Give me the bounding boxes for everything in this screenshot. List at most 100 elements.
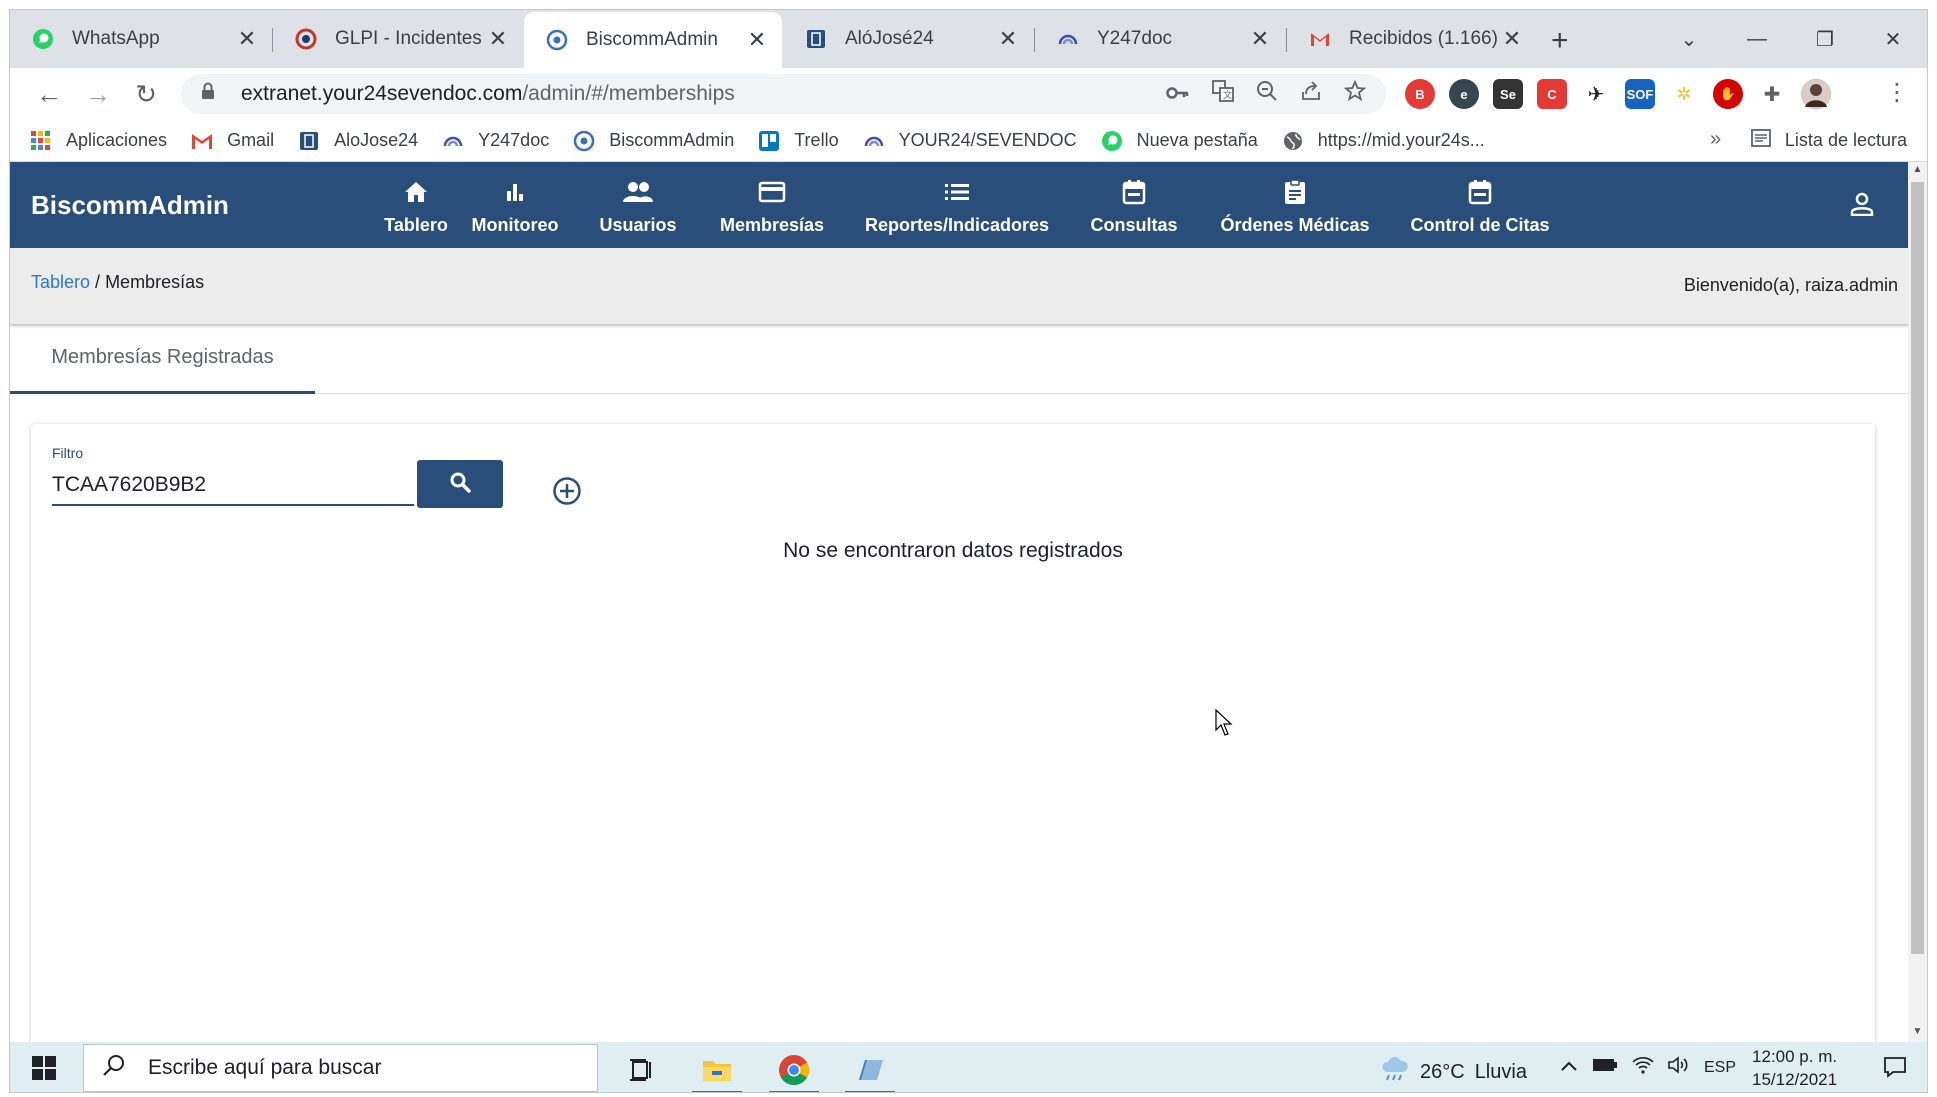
app-icon[interactable] bbox=[843, 1050, 897, 1092]
bookmark-your24sevendoc[interactable]: YOUR24/SEVENDOC bbox=[863, 130, 1077, 152]
bookmark-y247doc[interactable]: Y247doc bbox=[442, 130, 549, 152]
taskbar-clock[interactable]: 12:00 p. m. 15/12/2021 bbox=[1752, 1045, 1837, 1091]
filter-input[interactable] bbox=[52, 466, 414, 506]
puzzle-icon[interactable]: ✚ bbox=[1757, 79, 1787, 109]
volume-icon[interactable] bbox=[1668, 1056, 1690, 1079]
tab-gmail[interactable]: Recibidos (1.166) - ✕ bbox=[1287, 10, 1537, 68]
nav-usuarios[interactable]: Usuarios bbox=[586, 162, 690, 248]
tab-search-icon[interactable]: ⌄ bbox=[1655, 10, 1723, 68]
tab-glpi[interactable]: GLPI - Incidentes - ✕ bbox=[273, 10, 523, 68]
page-scrollbar[interactable]: ▲ ▼ bbox=[1908, 162, 1927, 1042]
browser-menu-icon[interactable]: ⋮ bbox=[1885, 78, 1909, 107]
scroll-up-icon[interactable]: ▲ bbox=[1911, 164, 1924, 175]
extensions-bar: B e Se C ✈ SOF ✲ ✋ ✚ bbox=[1405, 74, 1831, 114]
clipboard-icon bbox=[1284, 175, 1306, 209]
gmail-icon bbox=[1309, 28, 1331, 50]
nav-consultas[interactable]: Consultas bbox=[1079, 162, 1189, 248]
reading-list-button[interactable]: Lista de lectura bbox=[1751, 128, 1907, 153]
biscomm-icon bbox=[546, 29, 568, 51]
key-icon[interactable] bbox=[1166, 82, 1190, 106]
tab-title: Recibidos (1.166) - bbox=[1349, 28, 1501, 49]
scroll-down-icon[interactable]: ▼ bbox=[1911, 1026, 1924, 1037]
weather-widget[interactable]: 26°C Lluvia bbox=[1380, 1056, 1527, 1088]
restore-icon[interactable]: ❐ bbox=[1791, 10, 1859, 68]
back-icon[interactable]: ← bbox=[34, 79, 64, 110]
weather-desc: Lluvia bbox=[1474, 1060, 1527, 1083]
nav-membresias[interactable]: Membresías bbox=[709, 162, 835, 248]
minimize-icon[interactable]: — bbox=[1723, 10, 1791, 68]
app-brand[interactable]: BiscommAdmin bbox=[31, 190, 229, 221]
taskbar-search[interactable]: Escribe aquí para buscar bbox=[83, 1044, 598, 1092]
tab-alojose24[interactable]: AlóJosé24 ✕ bbox=[783, 10, 1033, 68]
zoom-icon[interactable] bbox=[1256, 80, 1278, 108]
tab-y247doc[interactable]: Y247doc ✕ bbox=[1035, 10, 1285, 68]
list-icon bbox=[944, 175, 970, 209]
scroll-thumb[interactable] bbox=[1911, 182, 1924, 954]
file-explorer-icon[interactable] bbox=[690, 1050, 744, 1092]
forward-icon[interactable]: → bbox=[83, 79, 113, 110]
close-icon[interactable]: ✕ bbox=[236, 26, 258, 52]
nav-label: Consultas bbox=[1090, 214, 1178, 235]
nav-control-de-citas[interactable]: Control de Citas bbox=[1402, 162, 1558, 248]
search-button[interactable] bbox=[417, 460, 503, 508]
breadcrumb-tablero-link[interactable]: Tablero bbox=[31, 272, 90, 292]
credit-card-icon bbox=[758, 175, 786, 209]
bookmark-trello[interactable]: Trello bbox=[758, 130, 839, 152]
tab-membresias-registradas[interactable]: Membresías Registradas bbox=[10, 324, 315, 394]
close-icon[interactable]: ✕ bbox=[1249, 26, 1271, 52]
nav-ordenes-medicas[interactable]: Órdenes Médicas bbox=[1210, 162, 1380, 248]
extension-icon[interactable]: e bbox=[1449, 79, 1479, 109]
profile-avatar[interactable] bbox=[1801, 79, 1831, 109]
language-indicator[interactable]: ESP bbox=[1704, 1059, 1736, 1077]
extension-icon[interactable]: ✲ bbox=[1669, 79, 1699, 109]
tab-strip: WhatsApp ✕ GLPI - Incidentes - ✕ Biscomm… bbox=[10, 10, 1927, 68]
window-close-icon[interactable]: ✕ bbox=[1859, 10, 1927, 68]
task-view-icon[interactable] bbox=[615, 1050, 669, 1090]
close-icon[interactable]: ✕ bbox=[746, 27, 768, 53]
wifi-icon[interactable] bbox=[1632, 1056, 1654, 1079]
translate-icon[interactable]: 文 bbox=[1212, 80, 1234, 108]
bookmark-alojose24[interactable]: AloJose24 bbox=[298, 130, 418, 152]
bookmarks-bar: Aplicaciones Gmail AloJose24 Y247doc Bis… bbox=[10, 120, 1927, 162]
y247doc-icon bbox=[863, 130, 885, 152]
bookmarks-overflow-icon[interactable]: » bbox=[1710, 128, 1721, 151]
chevron-up-icon[interactable] bbox=[1560, 1059, 1578, 1077]
extension-icon[interactable]: Se bbox=[1493, 79, 1523, 109]
nav-label: Control de Citas bbox=[1410, 214, 1550, 235]
chrome-icon[interactable] bbox=[767, 1050, 821, 1092]
clock-time: 12:00 p. m. bbox=[1752, 1047, 1838, 1066]
bookmark-label: YOUR24/SEVENDOC bbox=[898, 130, 1077, 150]
tab-whatsapp[interactable]: WhatsApp ✕ bbox=[10, 10, 272, 68]
nav-reportes-indicadores[interactable]: Reportes/Indicadores bbox=[858, 162, 1056, 248]
add-membership-button[interactable] bbox=[552, 476, 582, 511]
bookmark-gmail[interactable]: Gmail bbox=[191, 130, 274, 152]
extension-icon[interactable]: ✈ bbox=[1581, 79, 1611, 109]
system-tray: ESP bbox=[1560, 1056, 1736, 1079]
new-tab-button[interactable]: + bbox=[1551, 24, 1569, 58]
extension-icon[interactable]: C bbox=[1537, 79, 1567, 109]
bookmark-biscommadmin[interactable]: BiscommAdmin bbox=[573, 130, 734, 152]
share-icon[interactable] bbox=[1300, 80, 1322, 108]
extension-icon[interactable]: SOF bbox=[1625, 79, 1655, 109]
bookmark-mid-your24s[interactable]: https://mid.your24s... bbox=[1282, 130, 1485, 152]
extension-icon[interactable]: ✋ bbox=[1713, 79, 1743, 109]
search-icon bbox=[102, 1053, 126, 1083]
bookmark-nueva-pestana[interactable]: Nueva pestaña bbox=[1101, 130, 1258, 152]
tab-biscommadmin[interactable]: BiscommAdmin ✕ bbox=[524, 12, 782, 68]
battery-icon[interactable] bbox=[1592, 1057, 1618, 1078]
close-icon[interactable]: ✕ bbox=[487, 26, 509, 52]
bookmark-label: Aplicaciones bbox=[66, 130, 168, 150]
extension-icon[interactable]: B bbox=[1405, 79, 1435, 109]
nav-tablero[interactable]: Tablero bbox=[373, 162, 459, 248]
reload-icon[interactable]: ↻ bbox=[131, 79, 161, 110]
nav-monitoreo[interactable]: Monitoreo bbox=[459, 162, 571, 248]
address-bar[interactable]: extranet.your24sevendoc.com/admin/#/memb… bbox=[181, 74, 1386, 114]
close-icon[interactable]: ✕ bbox=[997, 26, 1019, 52]
close-icon[interactable]: ✕ bbox=[1501, 26, 1523, 52]
app-header: BiscommAdmin Tablero Monitoreo Usuarios bbox=[10, 162, 1910, 248]
bookmark-aplicaciones[interactable]: Aplicaciones bbox=[30, 130, 167, 152]
notifications-icon[interactable] bbox=[1883, 1056, 1907, 1083]
account-icon[interactable] bbox=[1850, 192, 1874, 221]
windows-start-icon[interactable] bbox=[32, 1056, 56, 1085]
bookmark-star-icon[interactable] bbox=[1343, 79, 1367, 108]
